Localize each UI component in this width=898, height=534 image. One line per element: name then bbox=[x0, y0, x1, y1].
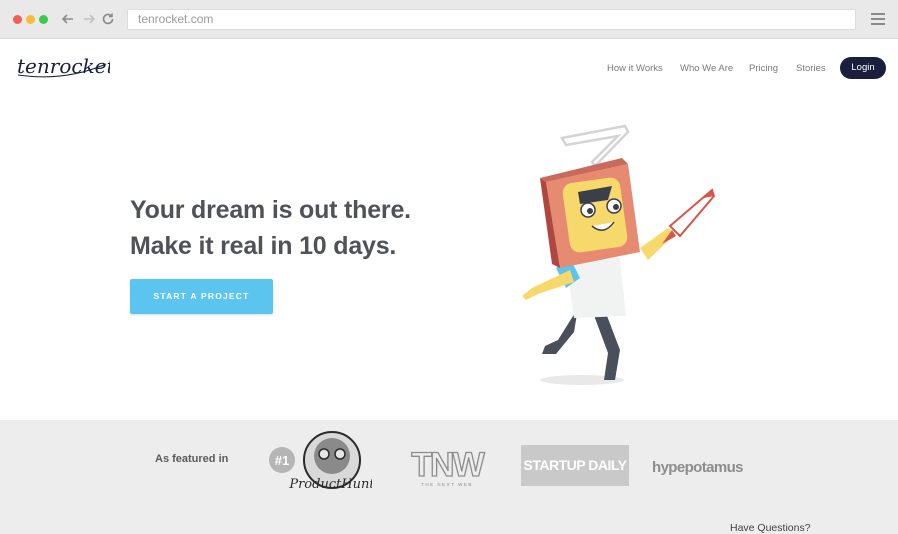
svg-text:#1: #1 bbox=[275, 453, 289, 468]
svg-text:tenrocket: tenrocket bbox=[17, 54, 110, 78]
nav-how-it-works[interactable]: How it Works bbox=[607, 63, 663, 74]
product-hunt-logo[interactable]: #1 ProductHunt bbox=[268, 430, 372, 500]
the-next-web-logo[interactable]: TNW THE NEXT WEB bbox=[404, 448, 490, 488]
back-arrow-icon[interactable] bbox=[60, 11, 76, 27]
featured-label: As featured in bbox=[155, 453, 229, 465]
maximize-window-dot[interactable] bbox=[39, 15, 48, 24]
nav-pricing[interactable]: Pricing bbox=[749, 63, 778, 74]
svg-text:ProductHunt: ProductHunt bbox=[288, 477, 372, 492]
tenrocket-logo[interactable]: tenrocket bbox=[16, 52, 110, 82]
hero-headline-line1: Your dream is out there. bbox=[130, 196, 411, 224]
have-questions-link[interactable]: Have Questions? bbox=[730, 522, 811, 534]
start-project-button[interactable]: START A PROJECT bbox=[130, 279, 273, 314]
hypepotamus-logo[interactable]: hypepotamus bbox=[652, 459, 744, 476]
nav-who-we-are[interactable]: Who We Are bbox=[680, 63, 733, 74]
close-window-dot[interactable] bbox=[13, 15, 22, 24]
reload-icon[interactable] bbox=[100, 11, 116, 27]
address-bar[interactable]: tenrocket.com bbox=[127, 9, 856, 30]
login-button[interactable]: Login bbox=[840, 57, 886, 79]
mascot-illustration bbox=[522, 124, 716, 385]
svg-text:TNW: TNW bbox=[411, 448, 485, 484]
svg-text:THE NEXT WEB: THE NEXT WEB bbox=[421, 482, 473, 487]
nav-stories[interactable]: Stories bbox=[796, 63, 826, 74]
forward-arrow-icon[interactable] bbox=[81, 11, 97, 27]
hamburger-menu-icon[interactable] bbox=[871, 13, 885, 25]
minimize-window-dot[interactable] bbox=[26, 15, 35, 24]
browser-toolbar: tenrocket.com bbox=[0, 0, 898, 39]
hero-headline-line2: Make it real in 10 days. bbox=[130, 232, 397, 260]
startup-daily-logo[interactable]: STARTUP DAILY bbox=[521, 445, 629, 486]
